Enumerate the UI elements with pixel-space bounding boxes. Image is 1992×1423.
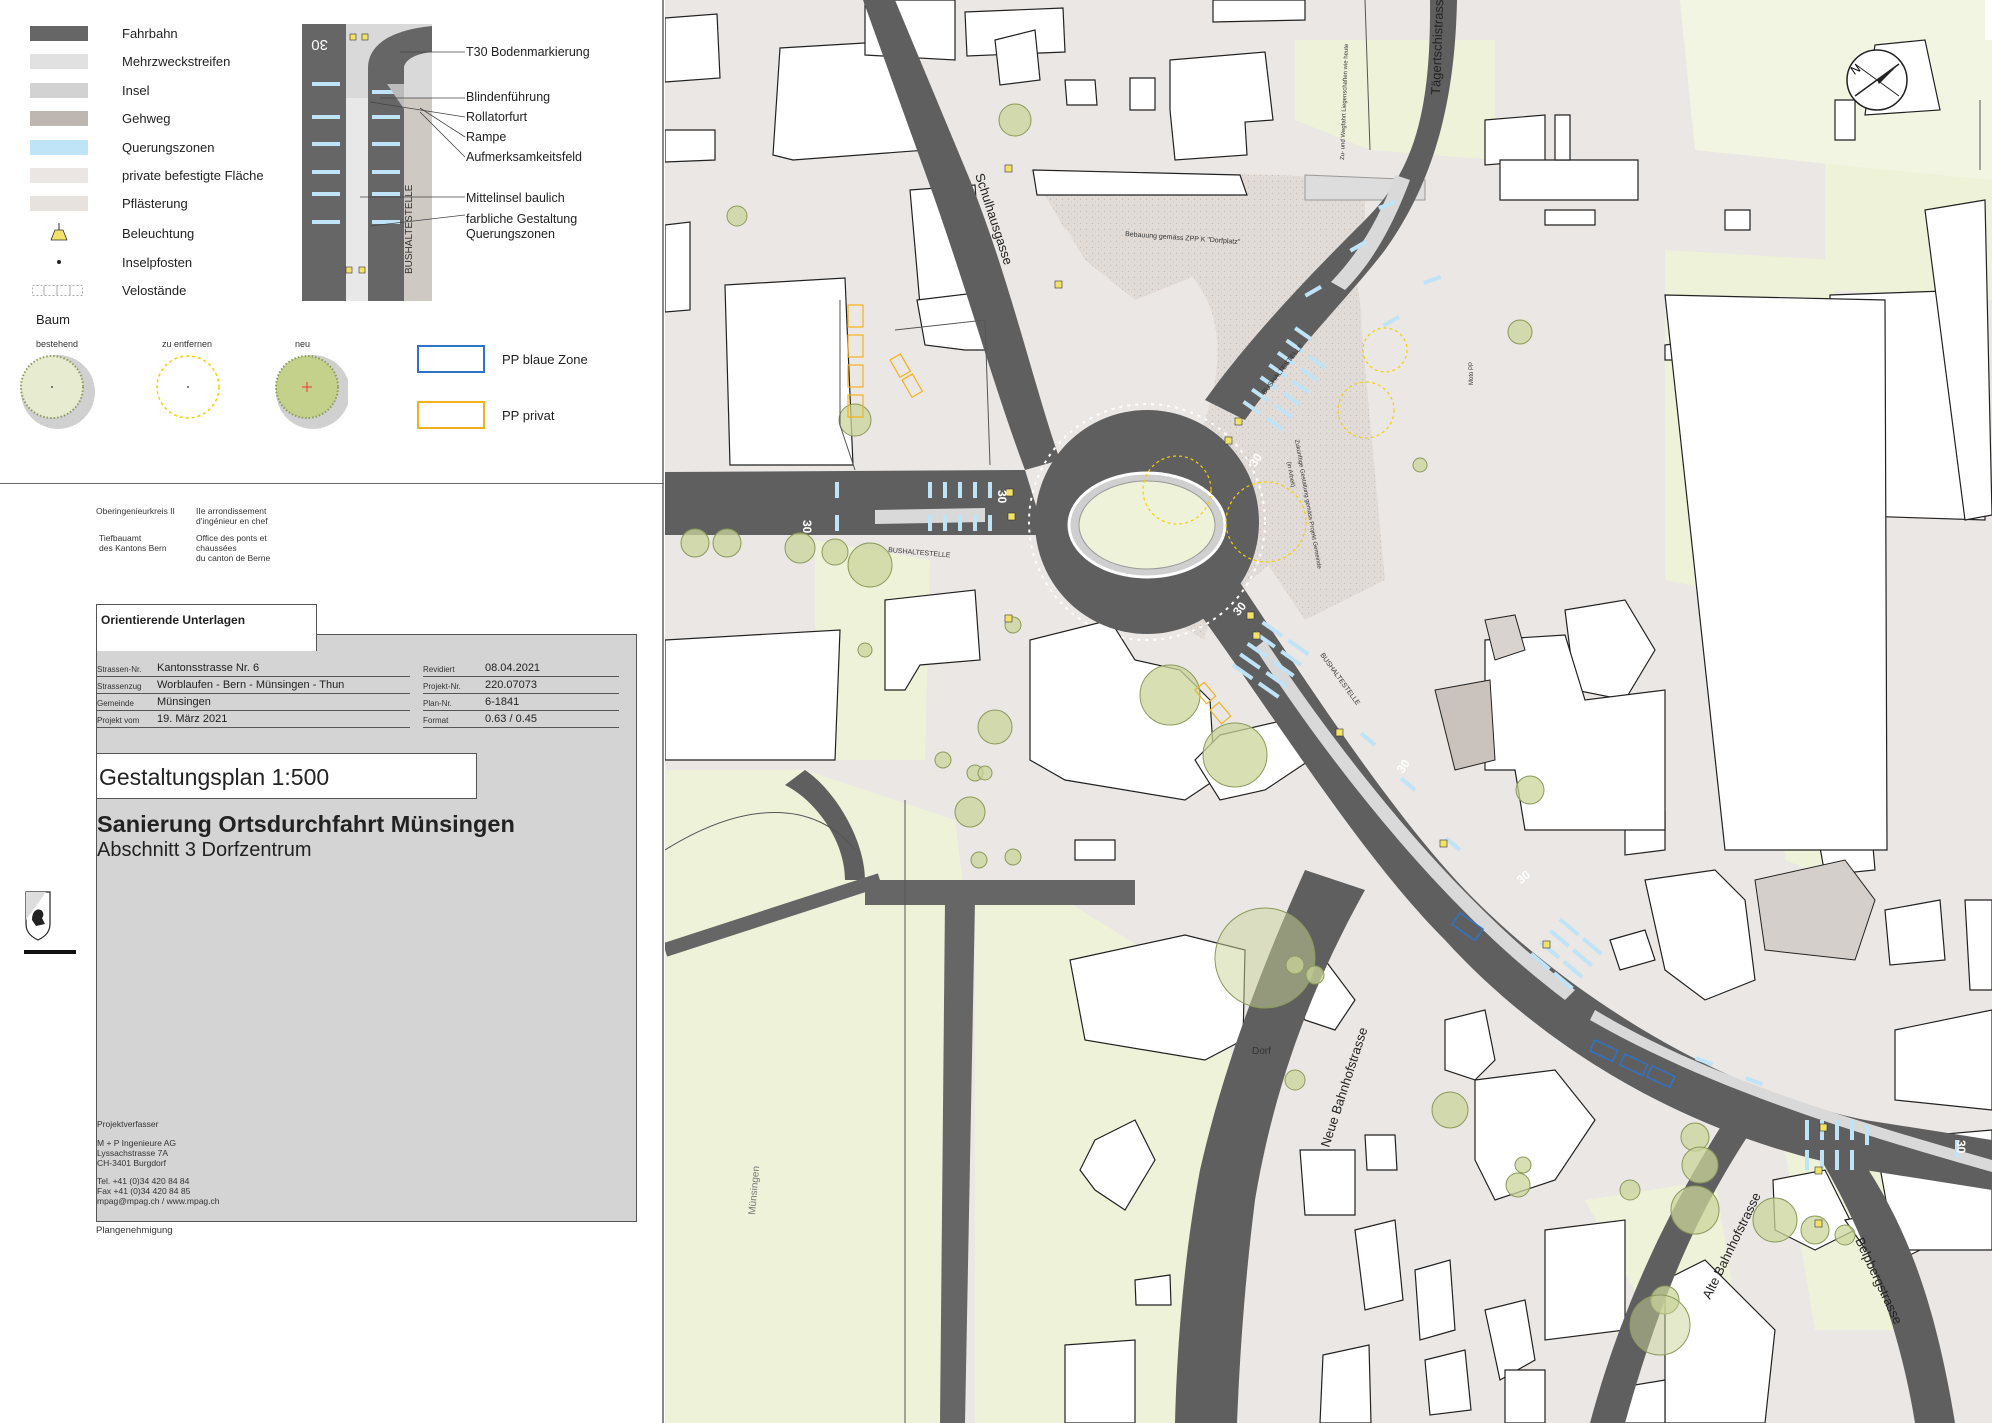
contact-line: Fax +41 (0)34 420 84 85 [97, 1186, 191, 1196]
authority-fr2a: Office des ponts et [196, 533, 267, 543]
author-line: Lyssachstrasse 7A [97, 1148, 169, 1158]
callout-blind: Blindenführung [466, 90, 551, 104]
north-arrow-icon: N [1846, 49, 1908, 111]
author-heading: Projektverfasser [97, 1119, 159, 1129]
legend-swatch [30, 26, 88, 41]
site-plan-map[interactable]: 30 30 30 30 30 30 30 Schulhausgasse Täge… [665, 0, 1992, 1423]
title-value: 19. März 2021 [157, 713, 228, 725]
title-row: Projekt vom 19. März 2021 [97, 712, 410, 728]
lamp-icon [50, 223, 68, 241]
label-dorf: Dorf [1252, 1046, 1271, 1057]
title-row: Projekt-Nr. 220.07073 [423, 678, 619, 694]
legend-label: Velostände [122, 283, 187, 298]
title-value: 0.63 / 0.45 [485, 713, 537, 725]
title-value: Worblaufen - Bern - Münsingen - Thun [157, 679, 345, 691]
t30-marking-far-east: 30 [1954, 1140, 1968, 1154]
tree-label-existing: bestehend [36, 339, 79, 349]
title-key: Projekt-Nr. [423, 682, 461, 691]
bike-rack-icon [32, 285, 83, 296]
t30-marking-west2: 30 [995, 490, 1009, 504]
plan-title-box: Gestaltungsplan 1:500 [96, 753, 477, 799]
plan-title: Gestaltungsplan 1:500 [99, 764, 330, 790]
legend-swatch [30, 196, 88, 211]
title-key: Strassen-Nr. [97, 665, 142, 674]
legend-label: Beleuchtung [122, 226, 195, 241]
title-block: Orientierende Unterlagen Strassen-Nr. Ka… [96, 604, 637, 1222]
legend-swatch [30, 83, 88, 98]
left-panel: Fahrbahn Mehrzweckstreifen Insel Gehweg … [0, 0, 664, 1423]
green-field [1680, 0, 1992, 180]
callout-rollator: Rollatorfurt [466, 110, 528, 124]
title-row: Gemeinde Münsingen [97, 695, 410, 711]
authority-fr2b: chaussées [196, 543, 237, 553]
legend-swatch [30, 140, 88, 155]
title-row: Revidiert 08.04.2021 [423, 661, 619, 677]
title-key: Revidiert [423, 665, 455, 674]
legend-label: Mehrzweckstreifen [122, 54, 231, 69]
title-row: Strassenzug Worblaufen - Bern - Münsinge… [97, 678, 410, 694]
legend-label: Insel [122, 83, 150, 98]
legend-label: Inselpfosten [122, 255, 193, 270]
title-key: Projekt vom [97, 716, 140, 725]
tree-symbols [20, 355, 348, 429]
tree-legend-title: Baum [36, 312, 70, 327]
authority-de2b: des Kantons Bern [99, 543, 167, 553]
callout-rampe: Rampe [466, 130, 507, 144]
section-title: Orientierende Unterlagen [101, 613, 246, 627]
legend-label: Pflästerung [122, 196, 188, 211]
pp-blue-swatch [417, 345, 485, 373]
legend-swatch [30, 111, 88, 126]
title-key: Plan-Nr. [423, 699, 452, 708]
title-row: Strassen-Nr. Kantonsstrasse Nr. 6 [97, 661, 410, 677]
project-title: Sanierung Ortsdurchfahrt Münsingen [97, 811, 515, 837]
title-value: 6-1841 [485, 696, 520, 708]
title-row: Format 0.63 / 0.45 [423, 712, 619, 728]
authority-fr1b: d'ingénieur en chef [196, 516, 268, 526]
section-tab: Orientierende Unterlagen [96, 604, 317, 651]
title-value: Münsingen [157, 696, 211, 708]
title-value: Kantonsstrasse Nr. 6 [157, 662, 260, 674]
callout-leaders [360, 51, 466, 227]
title-value: 220.07073 [485, 679, 537, 691]
pp-private-swatch [417, 401, 485, 429]
callout-aufmerksam: Aufmerksamkeitsfeld [466, 150, 583, 164]
legend: Fahrbahn Mehrzweckstreifen Insel Gehweg … [0, 0, 664, 484]
label-moto-pp: Moto PP [1469, 362, 1475, 385]
tree-label-remove: zu entfernen [162, 339, 213, 349]
t30-marking-west: 30 [800, 520, 814, 534]
project-subtitle: Abschnitt 3 Dorfzentrum [97, 839, 312, 861]
title-key: Gemeinde [97, 699, 134, 708]
title-value: 08.04.2021 [485, 662, 541, 674]
callout-t30: T30 Bodenmarkierung [466, 45, 590, 59]
title-key: Format [423, 716, 449, 725]
authority-fr1a: IIe arrondissement [196, 506, 267, 516]
title-key: Strassenzug [97, 682, 142, 691]
t30-marking: 30 [311, 36, 328, 53]
authority-de1: Oberingenieurkreis II [96, 506, 175, 516]
contact-line: mpag@mpag.ch / www.mpag.ch [97, 1196, 220, 1206]
pp-private-label: PP privat [502, 408, 555, 423]
callout-farblich: farbliche Gestaltung [466, 212, 578, 226]
approval-label: Plangenehmigung [96, 1225, 173, 1236]
bern-coat-of-arms-icon [24, 891, 76, 954]
title-row: Plan-Nr. 6-1841 [423, 695, 619, 711]
callout-querungszonen: Querungszonen [466, 227, 555, 241]
post-icon [57, 260, 61, 264]
legend-label: private befestigte Fläche [122, 168, 264, 183]
contact-line: Tel. +41 (0)34 420 84 84 [97, 1176, 190, 1186]
legend-swatch [30, 168, 88, 183]
authority-de2a: Tiefbauamt [99, 533, 142, 543]
legend-swatch [30, 54, 88, 69]
legend-label: Querungszonen [122, 140, 215, 155]
callout-mittelinsel: Mittelinsel baulich [466, 191, 565, 205]
pp-blue-label: PP blaue Zone [502, 352, 588, 367]
author-line: M + P Ingenieure AG [97, 1138, 176, 1148]
legend-label: Fahrbahn [122, 26, 178, 41]
tree-label-new: neu [295, 339, 311, 349]
legend-label: Gehweg [122, 111, 171, 126]
authority-fr2c: du canton de Berne [196, 553, 271, 563]
author-line: CH-3401 Burgdorf [97, 1158, 166, 1168]
